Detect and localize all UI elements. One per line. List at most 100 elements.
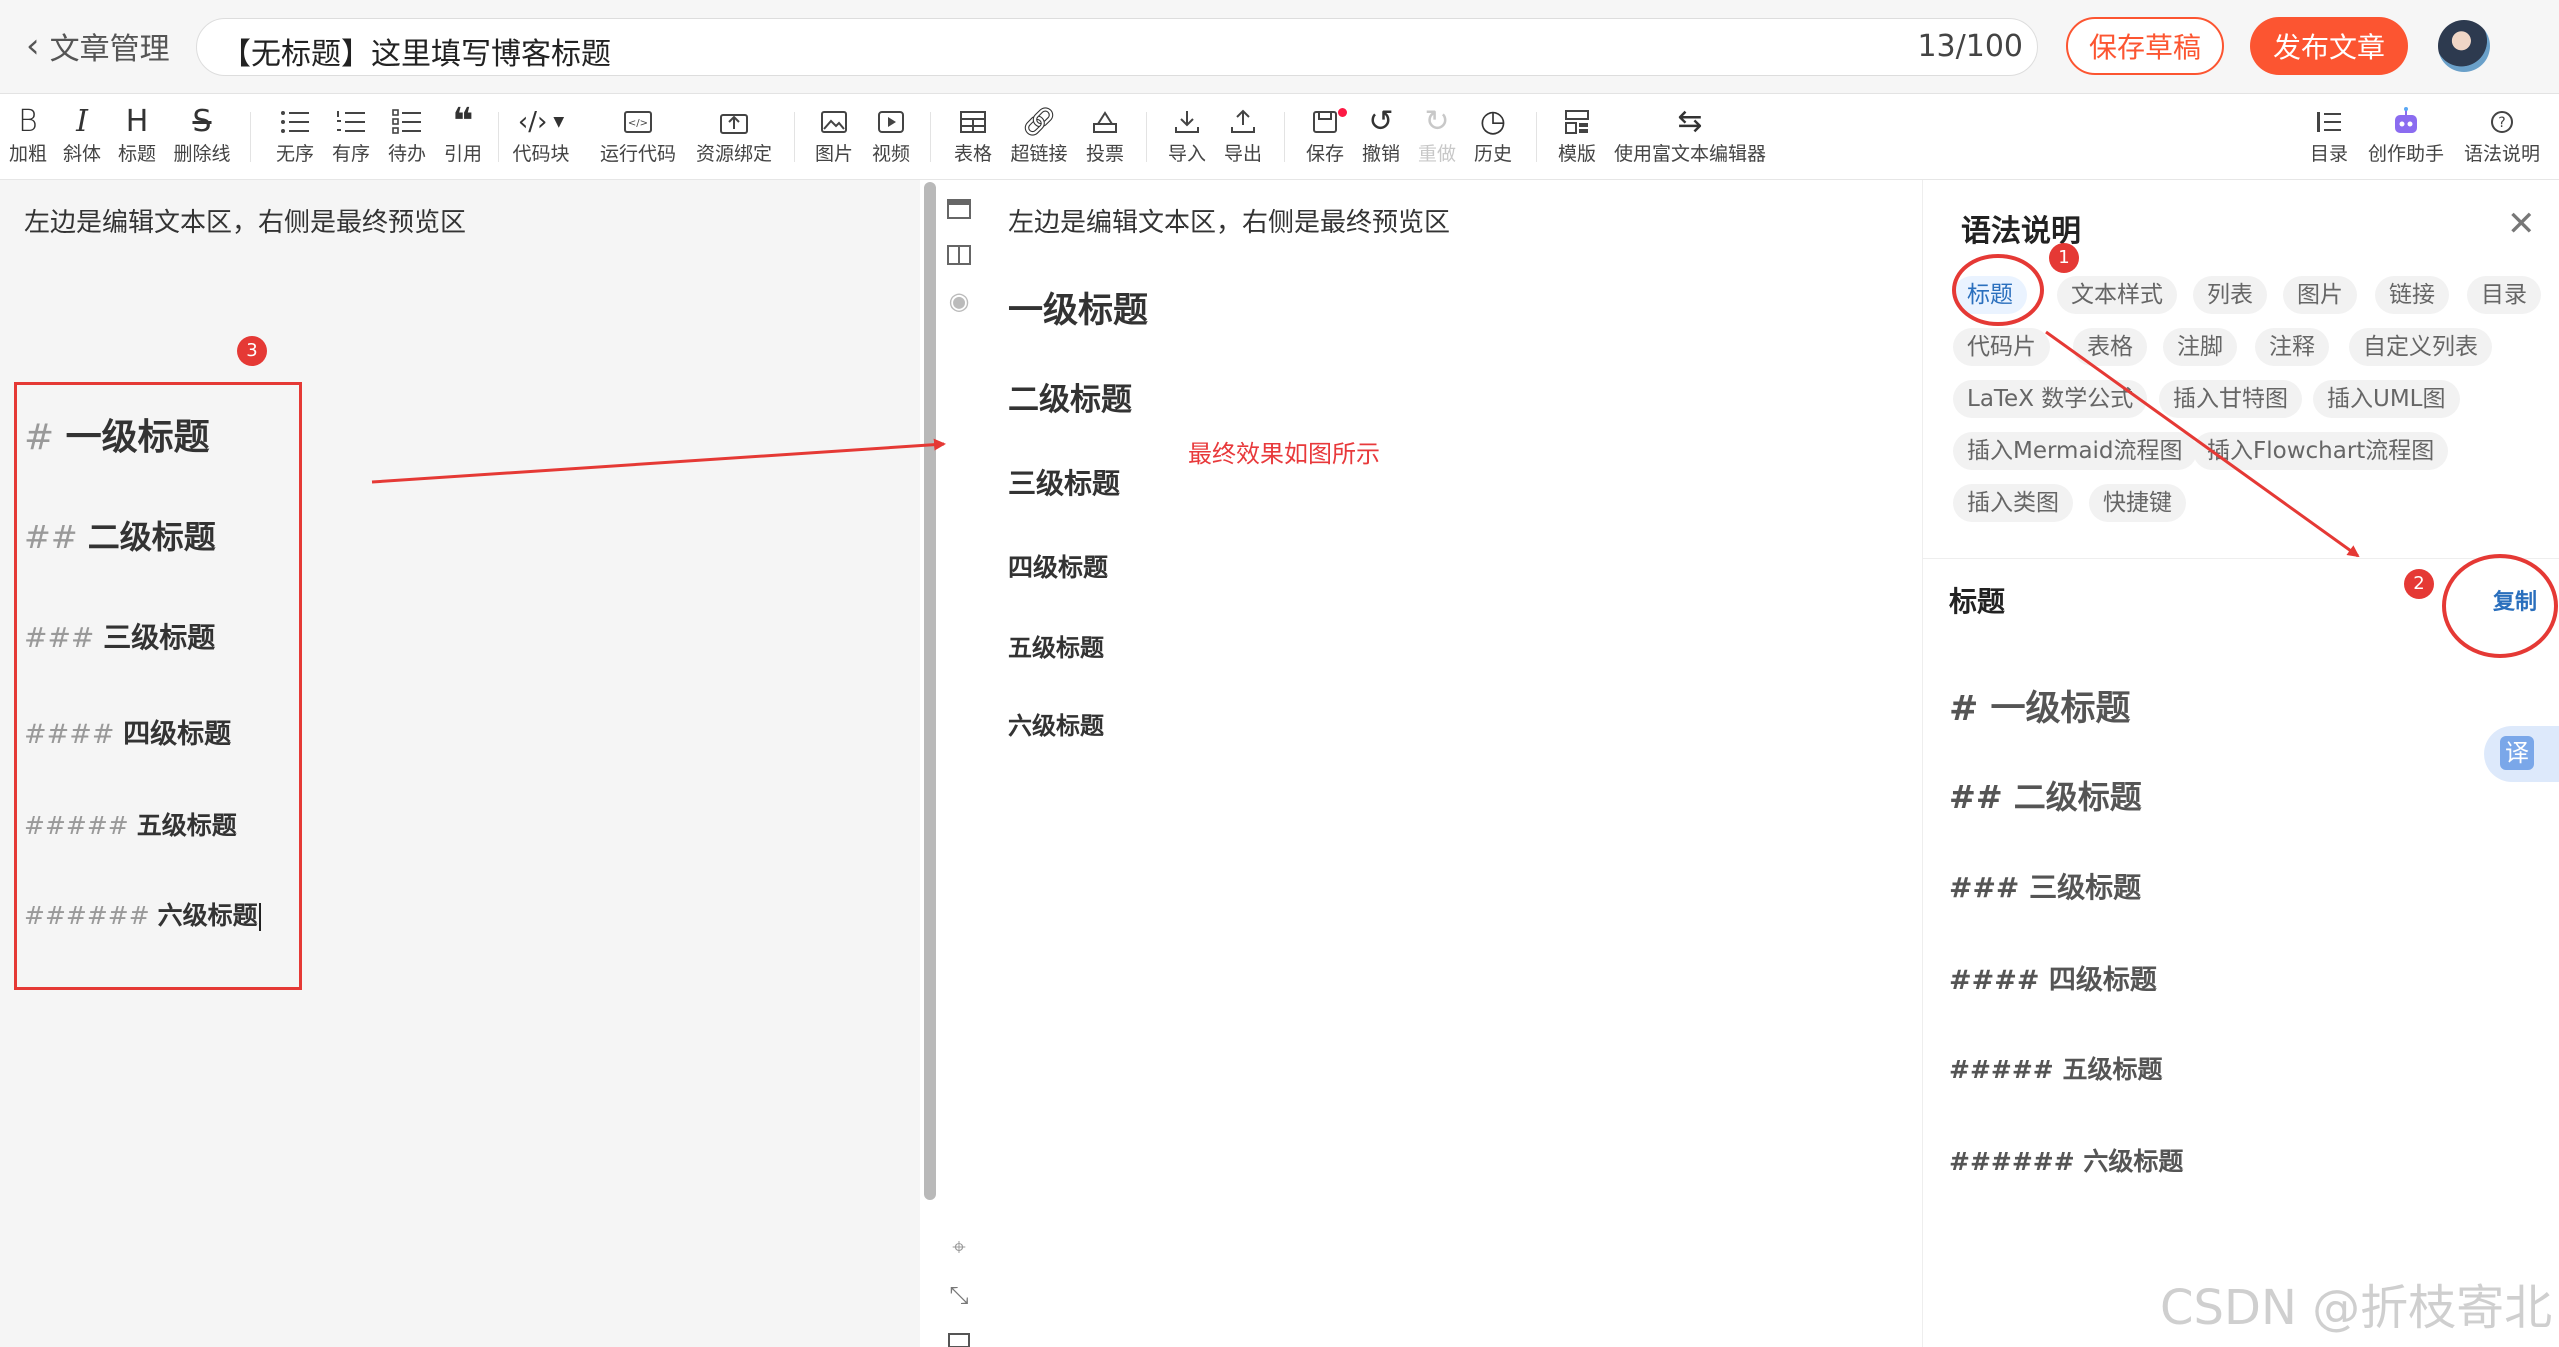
chip-footnote[interactable]: 注脚: [2163, 328, 2237, 366]
save-button[interactable]: 保存: [1304, 102, 1347, 166]
list-bullet-icon: [280, 102, 310, 142]
chip-class-diagram[interactable]: 插入类图: [1953, 484, 2073, 522]
table-button[interactable]: 表格: [952, 102, 994, 166]
crosshair-icon[interactable]: ⌖: [944, 1232, 974, 1262]
save-icon: [1311, 102, 1347, 142]
watermark: CSDN @折枝寄北: [2160, 1280, 2553, 1336]
editor-scrollbar[interactable]: [924, 182, 936, 1200]
resource-bind-button[interactable]: 资源绑定: [692, 102, 776, 166]
checklist-icon: [392, 102, 422, 142]
export-button[interactable]: 导出: [1222, 102, 1264, 166]
title-input[interactable]: 【无标题】这里填写博客标题 13/100: [196, 18, 2038, 76]
creation-assistant-button[interactable]: 创作助手: [2364, 102, 2448, 166]
section-title: 标题: [1949, 585, 2006, 618]
quote-button[interactable]: ❝ 引用: [442, 102, 484, 166]
video-icon: [877, 102, 905, 142]
preview-h3: 三级标题: [1008, 467, 1121, 500]
svg-text:?: ?: [2498, 115, 2505, 131]
unordered-list-button[interactable]: 无序: [274, 102, 316, 166]
syntax-help-button[interactable]: ? 语法说明: [2460, 102, 2544, 166]
shrink-icon[interactable]: ⤡: [944, 1280, 974, 1310]
close-icon[interactable]: ✕: [2507, 204, 2536, 244]
chip-text-style[interactable]: 文本样式: [2057, 276, 2177, 314]
history-icon: ◷: [1479, 104, 1507, 139]
preview-h5: 五级标题: [1008, 634, 1104, 662]
editor-toolbar: B 加粗 I 斜体 H 标题 S 删除线 无序 有序 待办 ❝ 引用 ‹/› ▼ 代码块 <…: [0, 94, 2559, 180]
run-code-icon: </>: [623, 102, 653, 142]
heading-button[interactable]: H 标题: [117, 102, 157, 166]
copy-button[interactable]: 复制: [2493, 584, 2537, 616]
image-button[interactable]: 图片: [814, 102, 854, 166]
run-code-button[interactable]: </> 运行代码: [596, 102, 680, 166]
todo-list-button[interactable]: 待办: [386, 102, 428, 166]
publish-button[interactable]: 发布文章: [2250, 17, 2408, 75]
code-block-button[interactable]: ‹/› ▼ 代码块: [508, 102, 574, 166]
italic-icon: I: [76, 104, 88, 139]
robot-icon: [2390, 102, 2422, 142]
chip-uml[interactable]: 插入UML图: [2313, 380, 2460, 418]
editor-intro-line: 左边是编辑文本区，右侧是最终预览区: [24, 208, 467, 238]
strikethrough-button[interactable]: S 删除线: [172, 102, 232, 166]
ordered-list-button[interactable]: 有序: [330, 102, 372, 166]
example-h3: ### 三级标题: [1949, 871, 2142, 904]
example-h2: ## 二级标题: [1949, 778, 2142, 816]
chip-shortcuts[interactable]: 快捷键: [2089, 484, 2186, 522]
chip-comment[interactable]: 注释: [2255, 328, 2329, 366]
template-button[interactable]: 模版: [1556, 102, 1598, 166]
template-icon: [1563, 102, 1591, 142]
hyperlink-button[interactable]: 🔗︎ 超链接: [1008, 102, 1070, 166]
table-icon: [959, 102, 987, 142]
history-button[interactable]: ◷ 历史: [1472, 102, 1514, 166]
chip-table[interactable]: 表格: [2073, 328, 2147, 366]
chip-custom-list[interactable]: 自定义列表: [2349, 328, 2492, 366]
switch-icon: ⇆: [1677, 104, 1703, 139]
chip-link[interactable]: 链接: [2375, 276, 2449, 314]
import-button[interactable]: 导入: [1166, 102, 1208, 166]
chip-code[interactable]: 代码片: [1953, 328, 2050, 366]
bold-button[interactable]: B 加粗: [8, 102, 48, 166]
redo-icon: ↻: [1424, 104, 1450, 139]
undo-button[interactable]: ↺ 撤销: [1360, 102, 1402, 166]
link-icon: 🔗︎: [1021, 105, 1057, 138]
editor-only-icon[interactable]: [944, 194, 974, 224]
eye-icon[interactable]: ◉: [944, 286, 974, 316]
preview-intro: 左边是编辑文本区，右侧是最终预览区: [1008, 208, 1451, 238]
svg-text:</>: </>: [628, 118, 648, 129]
avatar[interactable]: [2438, 20, 2490, 72]
badge-3: 3: [237, 336, 267, 366]
upload-box-icon: [719, 102, 749, 142]
chip-toc[interactable]: 目录: [2467, 276, 2541, 314]
view-mode-rail: ◉ ⌖ ⤡: [940, 180, 980, 1347]
toc-icon: [2315, 102, 2343, 142]
chip-flowchart[interactable]: 插入Flowchart流程图: [2193, 432, 2449, 470]
preview-h6: 六级标题: [1008, 712, 1104, 740]
chip-heading[interactable]: 标题: [1953, 276, 2027, 314]
vote-icon: [1091, 102, 1119, 142]
save-draft-button[interactable]: 保存草稿: [2066, 17, 2224, 75]
strikethrough-icon: S: [192, 104, 212, 139]
chip-latex[interactable]: LaTeX 数学公式: [1953, 380, 2148, 418]
example-h4: #### 四级标题: [1949, 965, 2157, 996]
undo-icon: ↺: [1368, 104, 1394, 139]
preview-h1: 一级标题: [1008, 291, 1149, 331]
rich-text-editor-button[interactable]: ⇆ 使用富文本编辑器: [1612, 102, 1768, 166]
top-header: ‹ 文章管理 【无标题】这里填写博客标题 13/100 保存草稿 发布文章: [0, 0, 2559, 94]
vote-button[interactable]: 投票: [1084, 102, 1126, 166]
chip-list[interactable]: 列表: [2193, 276, 2267, 314]
italic-button[interactable]: I 斜体: [62, 102, 102, 166]
syntax-help-panel: 语法说明 ✕ 标题 文本样式 列表 图片 链接 目录 代码片 表格 注脚 注释 …: [1922, 180, 2559, 1347]
video-button[interactable]: 视频: [870, 102, 912, 166]
chip-image[interactable]: 图片: [2283, 276, 2357, 314]
translate-button[interactable]: 译: [2484, 726, 2559, 782]
chip-mermaid[interactable]: 插入Mermaid流程图: [1953, 432, 2197, 470]
split-view-icon[interactable]: [944, 240, 974, 270]
toc-button[interactable]: 目录: [2308, 102, 2350, 166]
upload-icon: [1229, 102, 1257, 142]
preview-h4: 四级标题: [1008, 553, 1109, 582]
redo-button[interactable]: ↻ 重做: [1416, 102, 1458, 166]
chip-gantt[interactable]: 插入甘特图: [2159, 380, 2302, 418]
badge-2: 2: [2404, 569, 2434, 599]
example-h6: ###### 六级标题: [1949, 1147, 2184, 1176]
monitor-icon[interactable]: [944, 1328, 974, 1347]
back-to-article-management[interactable]: ‹ 文章管理: [26, 22, 170, 70]
